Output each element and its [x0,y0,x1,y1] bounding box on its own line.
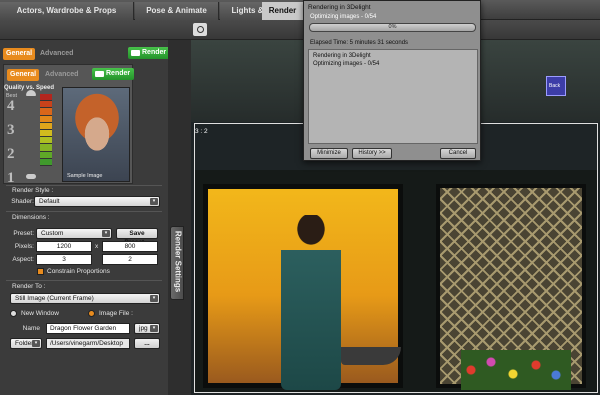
camera-icon[interactable] [193,23,207,36]
tab-render[interactable]: Render [262,2,304,20]
render-log: Rendering in 3Delight Optimizing images … [308,49,478,144]
shader-value: Default [39,198,60,205]
quality-level-2: 2 [7,146,15,162]
divider [6,185,162,186]
camera-icon [95,71,104,77]
render-settings-pane: General Advanced Render General Advanced… [0,40,171,395]
folder-label: Folder [15,340,34,347]
pixel-height-field[interactable]: 800 [102,241,158,252]
divider [6,280,162,281]
browse-folder-button[interactable]: ... [134,338,160,349]
save-preset-button[interactable]: Save Preset... [116,228,158,246]
sample-image: Sample Image [62,87,130,182]
log-line: Rendering in 3Delight [313,53,371,59]
preset-select[interactable]: Custom ▾ [36,228,112,239]
quality-level-4: 4 [7,98,15,114]
navigation-cube[interactable]: Back [546,76,566,96]
image-file-label: Image File : [99,310,133,317]
minimize-button[interactable]: Minimize [310,148,348,159]
hare-icon [26,174,36,179]
sample-image-label: Sample Image [67,173,103,179]
render-button-inner[interactable]: Render [92,68,135,80]
cancel-button[interactable]: Cancel [440,148,476,159]
folder-select[interactable]: Folder ▾ [10,338,42,349]
render-style-label: Render Style : [12,187,54,194]
tab-actors-wardrobe-props[interactable]: Actors, Wardrobe & Props [0,2,134,20]
divider [6,211,162,212]
render-target-select[interactable]: Still Image (Current Frame) ▾ [10,293,160,304]
quality-level-3: 3 [7,122,15,138]
elapsed-time: Elapsed Time: 5 minutes 31 seconds [310,40,409,46]
folder-path-field[interactable]: /Users/vinegarm/Desktop [46,338,130,349]
inner-tab-general[interactable]: General [7,69,40,81]
name-label: Name [22,325,40,332]
render-to-label: Render To : [12,283,46,290]
constrain-proportions-checkbox[interactable] [37,268,44,275]
render-toolbar [0,20,600,40]
turtle-icon [26,90,36,96]
image-file-radio[interactable] [88,310,95,317]
top-tab-bar: Actors, Wardrobe & Props Pose & Animate … [0,0,600,20]
dialog-title: Rendering in 3Delight [308,4,371,11]
dimensions-label: Dimensions : [12,214,50,221]
render-settings-side-tab-label: Render Settings [173,230,183,293]
outer-tab-advanced[interactable]: Advanced [37,48,76,60]
new-window-radio[interactable] [10,310,17,317]
file-format-value: jpg [139,325,148,332]
dialog-status: Optimizing images - 0/54 [310,14,377,20]
aspect-height-field[interactable]: 2 [102,254,158,265]
render-progress-bar: 0% [309,23,476,32]
outer-tab-general[interactable]: General [3,48,36,60]
dropdown-arrow-icon: ▾ [150,325,158,332]
new-window-label: New Window [21,310,59,317]
aspect-label: Aspect: [12,256,34,263]
tab-pose-animate[interactable]: Pose & Animate [135,2,219,20]
render-button-label: Render [142,49,167,56]
side-tab-strip [168,40,191,395]
shader-select[interactable]: Default ▾ [34,196,160,207]
dropdown-arrow-icon: ▾ [102,230,110,237]
render-button-outer[interactable]: Render [128,47,171,59]
aspect-width-field[interactable]: 3 [36,254,92,265]
pixels-label: Pixels: [14,243,34,250]
constrain-proportions-label: Constrain Proportions [47,268,110,275]
aspect-ratio-label: 3 : 2 [195,128,208,135]
history-button[interactable]: History >> [352,148,392,159]
progress-label: 0% [388,24,397,30]
dropdown-arrow-icon: ▾ [150,198,158,205]
shader-label: Shader: [11,198,34,205]
render-progress-dialog: Rendering in 3Delight Optimizing images … [303,0,481,161]
preset-value: Custom [41,230,64,237]
inner-tab-advanced[interactable]: Advanced [42,69,81,81]
camera-icon [131,50,140,56]
render-settings-side-tab[interactable]: Render Settings [170,226,184,300]
render-frame-outline [194,123,598,393]
file-name-field[interactable]: Dragon Flower Garden [46,323,130,334]
dimension-separator: x [95,243,99,250]
render-target-value: Still Image (Current Frame) [15,295,94,302]
pixel-width-field[interactable]: 1200 [36,241,92,252]
preset-label: Preset: [13,230,34,237]
file-format-select[interactable]: jpg ▾ [134,323,160,334]
quality-slider[interactable] [40,94,52,166]
dropdown-arrow-icon: ▾ [150,295,158,302]
nav-cube-label: Back [549,83,561,89]
render-button-label: Render [106,70,131,77]
log-line: Optimizing images - 0/54 [313,61,380,67]
dropdown-arrow-icon: ▾ [32,340,40,347]
